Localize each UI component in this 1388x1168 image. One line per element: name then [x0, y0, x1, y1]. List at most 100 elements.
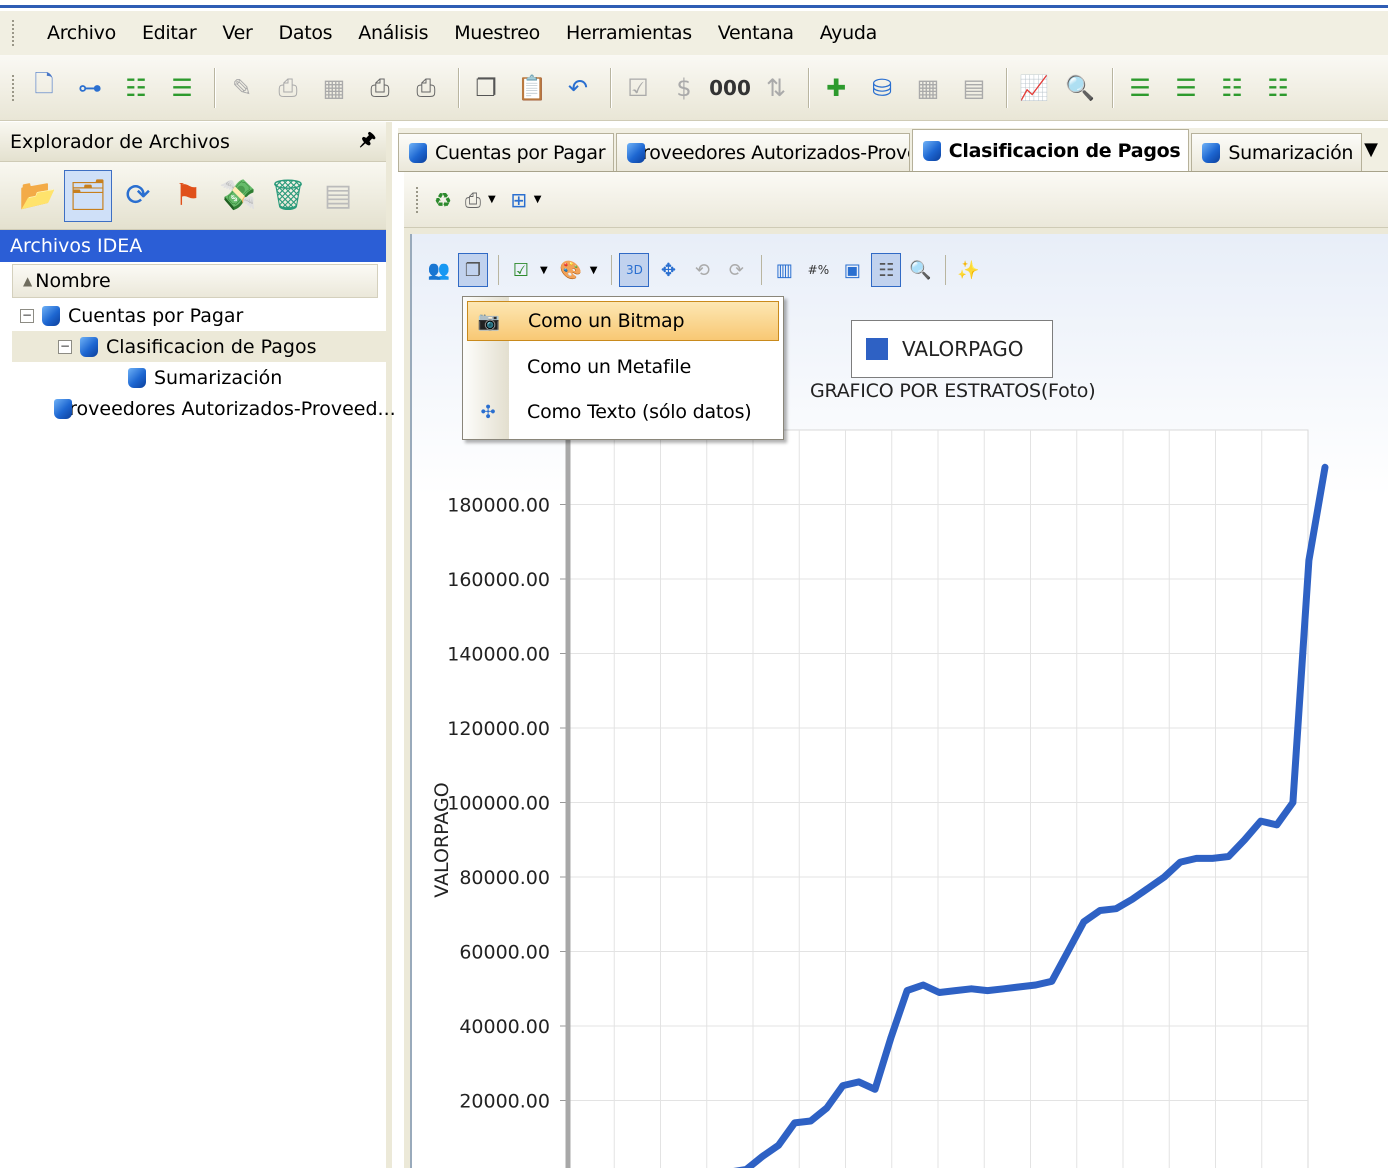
undo-icon[interactable]: ↶ [558, 68, 598, 108]
menu-bar: Archivo Editar Ver Datos Análisis Muestr… [0, 11, 1388, 55]
toolbar-separator [610, 67, 612, 108]
pivot-icon[interactable]: ☷ [1258, 68, 1298, 108]
3d-toggle-icon[interactable]: 3D [619, 253, 650, 287]
open-folder-icon[interactable]: 📂 [14, 170, 62, 222]
refresh-icon[interactable]: ⟳ [114, 170, 162, 222]
menu-analisis[interactable]: Análisis [345, 22, 441, 44]
tree-item-clasificacion-de-pagos[interactable]: − Clasificacion de Pagos [12, 331, 386, 362]
text-export-icon: ✣ [480, 401, 496, 423]
compare-database-icon[interactable]: ☰ [162, 68, 202, 108]
zoom-icon[interactable]: 🔍 [905, 253, 935, 287]
menu-item-label: Como Texto (sólo datos) [527, 401, 752, 423]
grid-view-icon[interactable]: ▦ [908, 68, 948, 108]
chart-toolbar-separator [761, 255, 763, 285]
database-icon[interactable]: ⛁ [862, 68, 902, 108]
menu-herramientas[interactable]: Herramientas [553, 22, 705, 44]
word-export-icon[interactable]: ▦ [314, 68, 354, 108]
tree-view-icon[interactable]: 🗂 [64, 169, 112, 222]
chart-toolbar-separator [611, 255, 613, 285]
menu-ver[interactable]: Ver [209, 22, 265, 44]
zoom-report-icon[interactable]: 🔍 [1060, 68, 1100, 108]
field-manipulation-icon[interactable]: ☑ [618, 68, 658, 108]
pin-icon[interactable]: 🖈 [359, 127, 376, 157]
copy-icon[interactable]: ❐ [466, 68, 506, 108]
copy-chart-icon[interactable]: ❐ [458, 253, 488, 287]
menu-ventana[interactable]: Ventana [705, 22, 807, 44]
data-editor-icon[interactable]: ▣ [837, 253, 867, 287]
print-dropdown-icon[interactable]: ▼ [488, 194, 496, 205]
name-column-header[interactable]: ▲ Nombre [12, 264, 378, 298]
toolbar-separator [214, 67, 216, 108]
series-icon[interactable]: 👥 [424, 253, 454, 287]
tab-clasificacion-de-pagos[interactable]: Clasificacion de Pagos [911, 129, 1190, 171]
menu-archivo[interactable]: Archivo [34, 22, 129, 44]
table-properties-icon[interactable]: ▤ [314, 170, 362, 222]
view-toolbar-grip[interactable] [416, 186, 420, 213]
chart-type-dropdown-icon[interactable]: ▼ [540, 265, 548, 276]
new-file-icon[interactable]: 🗋 [24, 68, 64, 108]
menu-item-text[interactable]: ✣ Como Texto (sólo datos) [467, 392, 779, 432]
print-icon[interactable]: ⎙ [458, 185, 488, 215]
menu-item-label: Como un Metafile [527, 356, 692, 378]
tree-item-proveedores-autorizados[interactable]: Proveedores Autorizados-Proveed... [12, 393, 396, 424]
legend-toggle-icon[interactable]: ☷ [871, 253, 902, 287]
rotate-left-icon[interactable]: ⟲ [687, 253, 717, 287]
rotate-icon[interactable]: ✥ [653, 253, 683, 287]
menu-item-metafile[interactable]: Como un Metafile [467, 347, 779, 387]
tree-item-sumarizacion[interactable]: Sumarización [12, 362, 386, 393]
toolbar-separator [1006, 67, 1008, 108]
toolbar-grip[interactable] [12, 74, 16, 101]
tree-item-label: Clasificacion de Pagos [106, 335, 317, 358]
tab-list-dropdown-icon[interactable]: ▼ [1364, 139, 1388, 160]
collapse-icon[interactable]: − [20, 308, 34, 323]
bar-chart-icon[interactable]: ▥ [769, 253, 799, 287]
paste-icon[interactable]: 📋 [512, 68, 552, 108]
stratify-icon[interactable]: ☷ [1212, 68, 1252, 108]
menu-item-bitmap[interactable]: 📷 Como un Bitmap [467, 301, 779, 341]
join-database-icon[interactable]: ⊶ [70, 68, 110, 108]
menu-grip[interactable] [12, 20, 16, 46]
menu-muestreo[interactable]: Muestreo [441, 22, 553, 44]
menu-datos[interactable]: Datos [266, 22, 346, 44]
extract-icon[interactable]: ☰ [1120, 68, 1160, 108]
print-preview-icon[interactable]: ⎙ [360, 68, 400, 108]
print-icon[interactable]: ⎙ [406, 68, 446, 108]
tab-sumarizacion[interactable]: Sumarización [1191, 133, 1363, 171]
money-import-icon[interactable]: 💸 [214, 170, 262, 222]
tree-item-cuentas-por-pagar[interactable]: − Cuentas por Pagar [12, 300, 386, 331]
recycle-bin-icon[interactable]: 🗑 [264, 170, 312, 222]
column-header-label: Nombre [35, 270, 111, 292]
append-database-icon[interactable]: ☷ [116, 68, 156, 108]
y-tick-label: 40000.00 [459, 1016, 550, 1038]
import-icon[interactable]: ⎙ [268, 68, 308, 108]
rotate-right-icon[interactable]: ⟳ [721, 253, 751, 287]
menu-editar[interactable]: Editar [129, 22, 209, 44]
tab-cuentas-por-pagar[interactable]: Cuentas por Pagar [398, 133, 615, 171]
y-tick-label: 160000.00 [447, 569, 550, 591]
collapse-icon[interactable]: − [58, 339, 72, 354]
add-field-icon[interactable]: ✚ [816, 68, 856, 108]
currency-icon[interactable]: $ [664, 68, 704, 108]
tree-item-label: Proveedores Autorizados-Proveed... [58, 397, 396, 420]
chart-icon[interactable]: 📈 [1014, 68, 1054, 108]
point-labels-icon[interactable]: #% [803, 253, 833, 287]
database-cube-icon [1200, 141, 1222, 165]
sort-icon[interactable]: ⇅ [756, 68, 796, 108]
chart-type-icon[interactable]: ☑ [506, 253, 536, 287]
flag-icon[interactable]: ⚑ [164, 170, 212, 222]
chart-title: GRAFICO POR ESTRATOS(Foto) [810, 380, 1096, 402]
tab-proveedores-autorizados[interactable]: Proveedores Autorizados-Proveedores [616, 133, 910, 171]
database-cube-icon [407, 141, 429, 165]
number-format-icon[interactable]: 000 [709, 68, 751, 108]
summarize-icon[interactable]: ☰ [1166, 68, 1206, 108]
chart-help-icon[interactable]: ⊞ [504, 185, 534, 215]
menu-ayuda[interactable]: Ayuda [807, 22, 890, 44]
palette-icon[interactable]: 🎨 [556, 253, 586, 287]
y-tick-label: 60000.00 [459, 942, 550, 964]
save-green-icon[interactable]: ♻ [428, 185, 458, 215]
palette-dropdown-icon[interactable]: ▼ [590, 265, 598, 276]
help-dropdown-icon[interactable]: ▼ [534, 194, 542, 205]
edit-icon[interactable]: ✎ [222, 68, 262, 108]
report-icon[interactable]: ▤ [954, 68, 994, 108]
wizard-icon[interactable]: ✨ [953, 253, 983, 287]
